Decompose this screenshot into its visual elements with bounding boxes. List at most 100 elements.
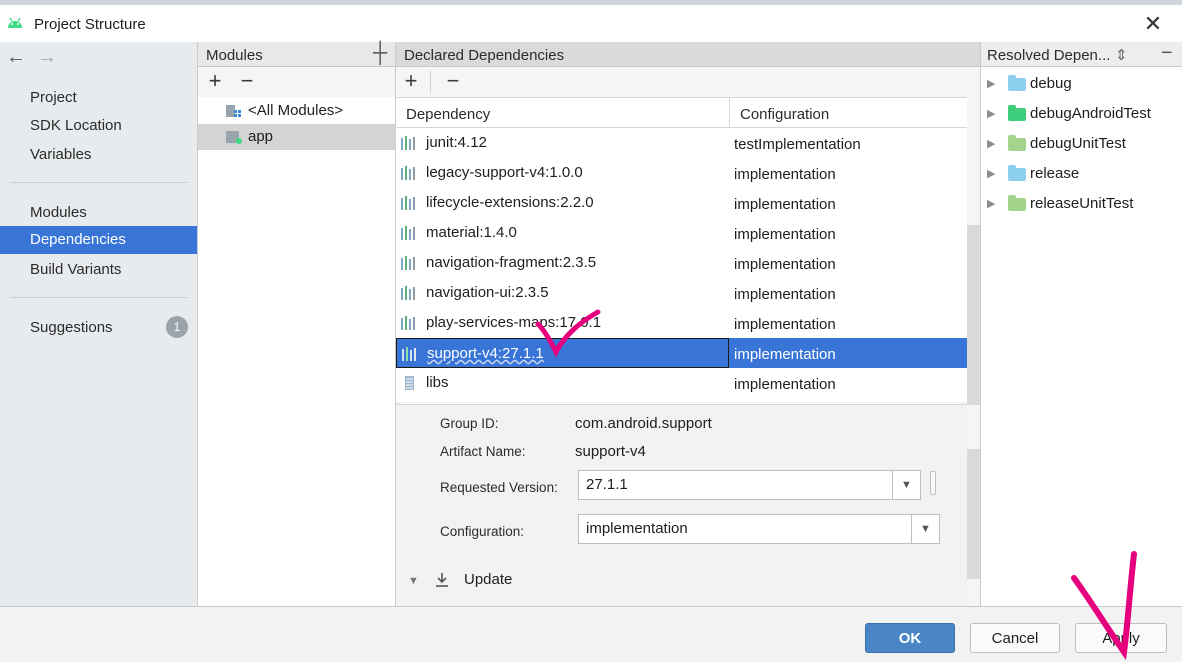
nav-item-sdk-location[interactable]: SDK Location (0, 112, 197, 140)
dependency-name: navigation-ui:2.3.5 (426, 284, 549, 301)
table-row[interactable]: navigation-fragment:2.3.5 implementation (396, 248, 967, 278)
chevron-down-icon[interactable]: ▼ (892, 471, 920, 499)
configuration-combo[interactable]: implementation ▼ (578, 514, 940, 544)
left-navigation: ← → Project SDK Location Variables Modul… (0, 42, 197, 606)
resolved-item-release-unit-test[interactable]: ▶ releaseUnitTest (981, 189, 1182, 219)
modules-toolbar: + − (198, 67, 395, 97)
nav-divider (10, 297, 188, 298)
resolved-item-debug-android-test[interactable]: ▶ debugAndroidTest (981, 99, 1182, 129)
dependency-name: libs (426, 374, 449, 391)
configuration-cell: implementation (734, 166, 836, 183)
column-header-configuration[interactable]: Configuration (740, 98, 829, 128)
panel-divider-handle-icon[interactable]: ┼ (373, 40, 387, 67)
dependency-name: lifecycle-extensions:2.2.0 (426, 194, 594, 211)
resolved-item-label: debug (1030, 75, 1072, 92)
requested-version-combo[interactable]: 27.1.1 ▼ (578, 470, 921, 500)
nav-divider (10, 182, 188, 183)
history-buttons: ← → (0, 42, 197, 78)
artifact-name-label: Artifact Name: (440, 444, 526, 459)
dependency-cell: play-services-maps:17.0.1 (396, 308, 729, 338)
resolved-item-debug[interactable]: ▶ debug (981, 69, 1182, 99)
dependency-details: Group ID: com.android.support Artifact N… (396, 404, 980, 607)
table-row-selected[interactable]: support-v4:27.1.1 implementation (396, 338, 967, 368)
table-row[interactable]: libs implementation (396, 368, 967, 398)
resolved-header: Resolved Depen... ⇕ − (981, 42, 1182, 67)
resolved-item-label: debugUnitTest (1030, 135, 1126, 152)
group-id-label: Group ID: (440, 416, 499, 431)
table-row[interactable]: navigation-ui:2.3.5 implementation (396, 278, 967, 308)
dependency-name: navigation-fragment:2.3.5 (426, 254, 597, 271)
library-icon (401, 316, 415, 330)
configuration-cell: implementation (734, 286, 836, 303)
resolved-item-label: release (1030, 165, 1080, 182)
dependency-cell: legacy-support-v4:1.0.0 (396, 158, 729, 188)
library-icon (401, 136, 415, 150)
dependency-cell: support-v4:27.1.1 (396, 338, 729, 368)
requested-version-value: 27.1.1 (586, 476, 628, 493)
details-scrollbar-thumb[interactable] (967, 449, 980, 579)
add-dependency-button[interactable]: + (400, 68, 422, 94)
module-item-all-modules[interactable]: <All Modules> (198, 98, 397, 124)
table-row[interactable]: material:1.4.0 implementation (396, 218, 967, 248)
folder-icon (1008, 135, 1026, 151)
modules-panel: Modules ┼ + − <All Modules> app (197, 42, 397, 606)
resolved-item-release[interactable]: ▶ release (981, 159, 1182, 189)
forward-arrow-icon[interactable]: → (37, 46, 57, 69)
modules-header: Modules ┼ (198, 42, 395, 67)
configuration-value: implementation (586, 520, 688, 537)
module-item-app[interactable]: app (198, 124, 397, 150)
minimize-panel-icon[interactable]: − (1161, 40, 1173, 67)
suggestions-count-badge: 1 (166, 316, 188, 338)
expand-triangle-icon[interactable]: ▶ (987, 159, 995, 189)
collapse-all-icon[interactable]: ⇕ (1115, 42, 1128, 69)
column-divider[interactable] (729, 98, 730, 128)
table-row[interactable]: lifecycle-extensions:2.2.0 implementatio… (396, 188, 967, 218)
dependency-table: junit:4.12 testImplementation legacy-sup… (396, 128, 967, 402)
modules-header-label: Modules (206, 47, 263, 64)
column-header-dependency[interactable]: Dependency (406, 98, 490, 128)
dialog-button-bar: OK Cancel Apply (0, 606, 1182, 662)
expand-triangle-icon[interactable]: ▶ (987, 69, 995, 99)
expand-triangle-icon[interactable]: ▶ (987, 129, 995, 159)
table-row[interactable]: legacy-support-v4:1.0.0 implementation (396, 158, 967, 188)
folder-icon (1008, 75, 1026, 91)
back-arrow-icon[interactable]: ← (6, 46, 26, 69)
apply-button[interactable]: Apply (1075, 623, 1167, 653)
expand-triangle-icon[interactable]: ▶ (987, 99, 995, 129)
remove-module-button[interactable]: − (236, 68, 258, 94)
nav-item-dependencies[interactable]: Dependencies (0, 226, 197, 254)
version-extra-button[interactable] (930, 471, 936, 495)
table-row[interactable]: junit:4.12 testImplementation (396, 128, 967, 158)
ok-button[interactable]: OK (865, 623, 955, 653)
requested-version-label: Requested Version: (440, 480, 558, 495)
close-icon[interactable]: ✕ (1138, 9, 1168, 39)
module-label: app (248, 128, 274, 145)
dependency-name: legacy-support-v4:1.0.0 (426, 164, 583, 181)
all-modules-icon (226, 105, 241, 117)
resolved-item-debug-unit-test[interactable]: ▶ debugUnitTest (981, 129, 1182, 159)
nav-item-build-variants[interactable]: Build Variants (0, 256, 197, 284)
nav-item-variables[interactable]: Variables (0, 141, 197, 169)
expand-triangle-icon[interactable]: ▶ (987, 189, 995, 219)
nav-item-project[interactable]: Project (0, 84, 197, 112)
artifact-name-value: support-v4 (575, 443, 646, 460)
table-scrollbar-thumb[interactable] (967, 225, 980, 405)
dependency-cell: lifecycle-extensions:2.2.0 (396, 188, 729, 218)
remove-dependency-button[interactable]: − (442, 68, 464, 94)
configuration-cell: implementation (734, 316, 836, 333)
configuration-cell: implementation (734, 346, 836, 363)
resolved-item-label: releaseUnitTest (1030, 195, 1134, 212)
resolved-header-label: Resolved Depen... (987, 47, 1111, 64)
update-section-toggle[interactable]: ▼ Update (408, 571, 512, 591)
chevron-down-icon[interactable]: ▼ (911, 515, 939, 543)
cancel-button[interactable]: Cancel (970, 623, 1060, 653)
toolbar-divider (430, 71, 431, 93)
table-row[interactable]: play-services-maps:17.0.1 implementation (396, 308, 967, 338)
collapse-triangle-icon: ▼ (408, 575, 419, 587)
dependency-name: play-services-maps:17.0.1 (426, 314, 602, 331)
dependency-name: material:1.4.0 (426, 224, 517, 241)
folder-icon (1008, 105, 1026, 121)
add-module-button[interactable]: + (204, 68, 226, 94)
nav-item-modules[interactable]: Modules (0, 199, 197, 227)
dependency-table-header: Dependency Configuration (396, 97, 967, 128)
